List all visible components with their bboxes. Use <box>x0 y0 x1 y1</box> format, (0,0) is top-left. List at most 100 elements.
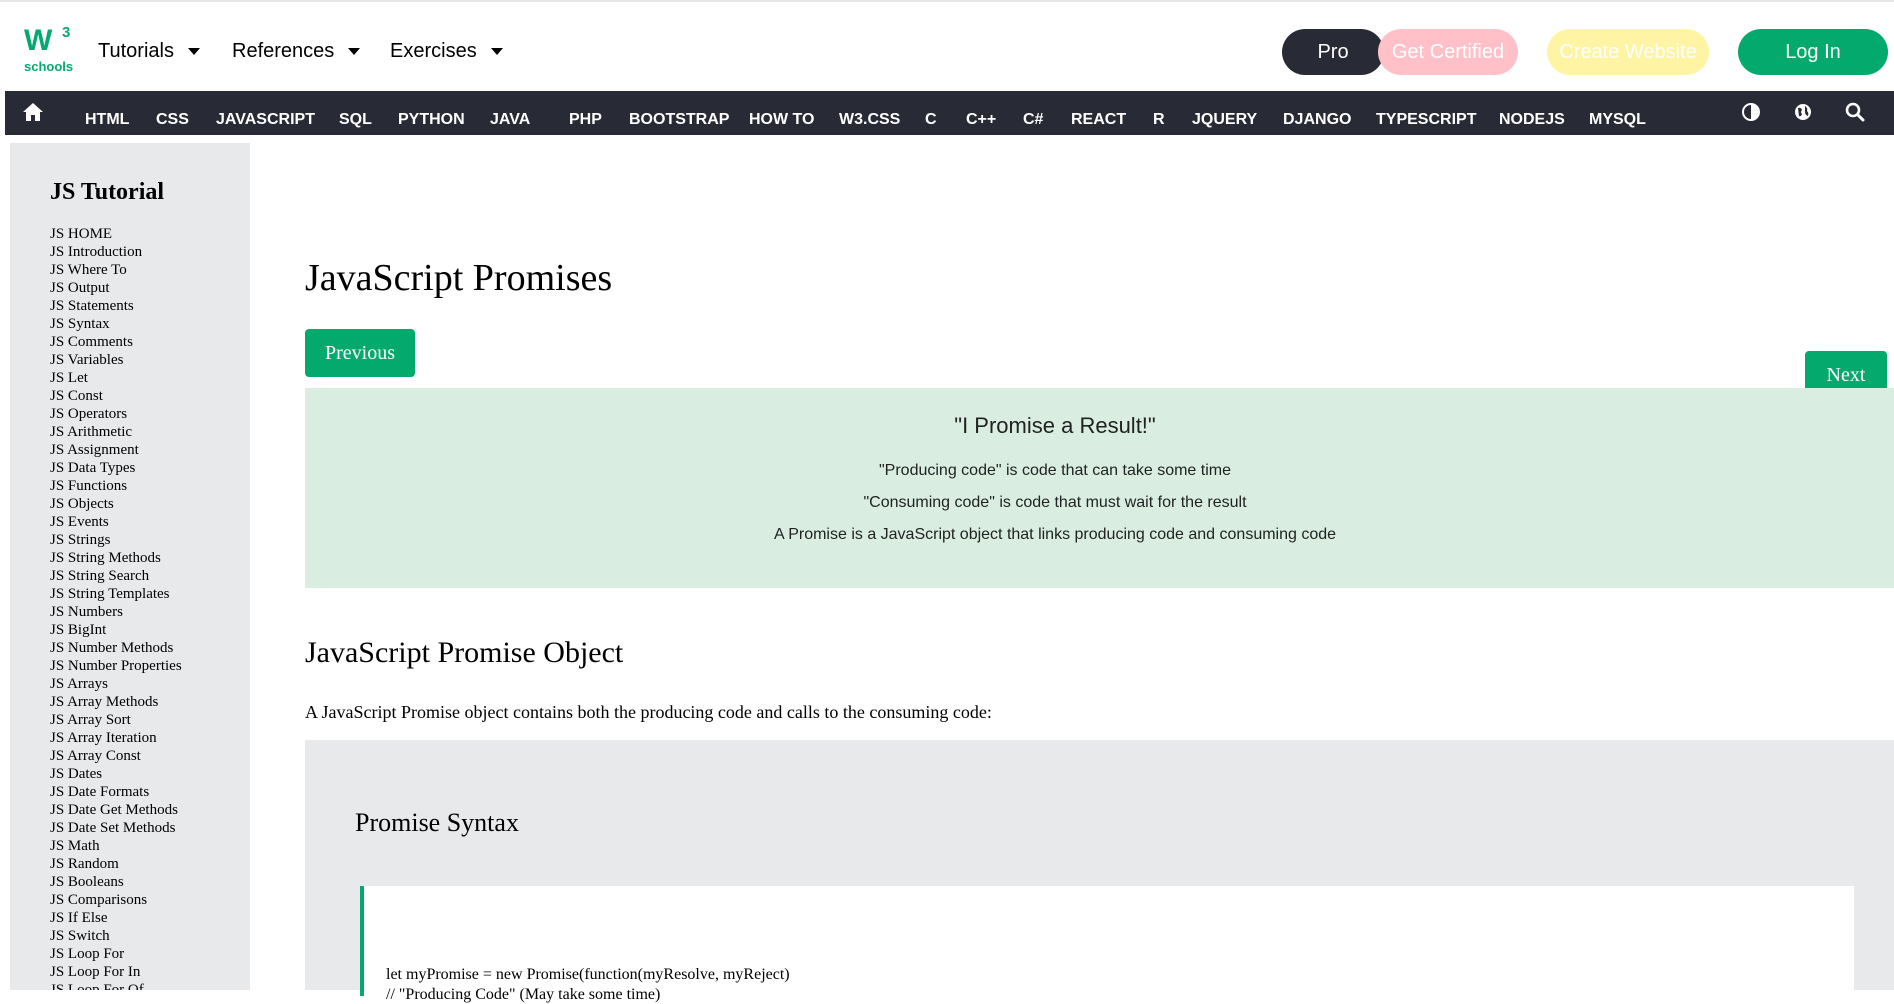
sidebar-link[interactable]: JS String Search <box>50 567 182 585</box>
nav-css[interactable]: CSS <box>156 111 189 129</box>
sidebar-link[interactable]: JS Dates <box>50 765 182 783</box>
sidebar-list: JS HOME JS Introduction JS Where To JS Outp… <box>50 225 182 990</box>
sidebar-link[interactable]: JS Math <box>50 837 182 855</box>
sidebar-link[interactable]: JS Loop For <box>50 945 182 963</box>
nav-w3css[interactable]: W3.CSS <box>839 111 900 129</box>
sidebar-link[interactable]: JS Arrays <box>50 675 182 693</box>
sidebar-link[interactable]: JS Statements <box>50 297 182 315</box>
nav-php[interactable]: PHP <box>569 111 602 129</box>
sidebar-link[interactable]: JS Syntax <box>50 315 182 333</box>
nav-javascript[interactable]: JAVASCRIPT <box>216 111 315 129</box>
sidebar-link[interactable]: JS Data Types <box>50 459 182 477</box>
sidebar-link[interactable]: JS Comments <box>50 333 182 351</box>
nav-cpp[interactable]: C++ <box>966 111 996 129</box>
nav-c[interactable]: C <box>925 111 937 129</box>
sidebar-link[interactable]: JS Random <box>50 855 182 873</box>
get-certified-button[interactable]: Get Certified <box>1378 29 1518 75</box>
nav-html[interactable]: HTML <box>85 111 129 129</box>
sidebar-link[interactable]: JS Assignment <box>50 441 182 459</box>
sidebar: JS Tutorial JS HOME JS Introduction JS Whe… <box>10 143 250 990</box>
search-icon[interactable] <box>1845 102 1865 127</box>
note-line: A Promise is a JavaScript object that li… <box>773 526 1337 543</box>
nav-bootstrap[interactable]: BOOTSTRAP <box>629 111 729 129</box>
sidebar-link[interactable]: JS Events <box>50 513 182 531</box>
menu-references[interactable]: References <box>232 40 361 63</box>
sidebar-link[interactable]: JS Loop For In <box>50 963 182 981</box>
sidebar-link[interactable]: JS Numbers <box>50 603 182 621</box>
nav-how-to[interactable]: HOW TO <box>749 111 814 129</box>
sidebar-link[interactable]: JS String Templates <box>50 585 182 603</box>
menu-tutorials[interactable]: Tutorials <box>98 40 200 63</box>
chevron-down-icon <box>490 48 503 56</box>
sidebar-link[interactable]: JS Date Get Methods <box>50 801 182 819</box>
sidebar-link[interactable]: JS Booleans <box>50 873 182 891</box>
nav-python[interactable]: PYTHON <box>398 111 465 129</box>
login-button[interactable]: Log In <box>1738 29 1888 75</box>
sidebar-link[interactable]: JS Functions <box>50 477 182 495</box>
sidebar-link[interactable]: JS Array Methods <box>50 693 182 711</box>
sidebar-link[interactable]: JS Let <box>50 369 182 387</box>
promise-note-panel: "I Promise a Result!" "Producing code" i… <box>305 388 1894 588</box>
main-content: JavaScript Promises Previous Next "I Pro… <box>305 143 1894 1003</box>
sidebar-link[interactable]: JS Date Set Methods <box>50 819 182 837</box>
contrast-icon[interactable] <box>1741 102 1761 127</box>
sidebar-link[interactable]: JS Comparisons <box>50 891 182 909</box>
nav-r[interactable]: R <box>1153 111 1165 129</box>
sidebar-link[interactable]: JS BigInt <box>50 621 182 639</box>
sidebar-link[interactable]: JS Objects <box>50 495 182 513</box>
example-heading: Promise Syntax <box>355 808 519 837</box>
w3schools-logo[interactable]: W 3 schools <box>24 24 84 76</box>
create-website-button[interactable]: Create Website <box>1547 29 1709 75</box>
section-description: A JavaScript Promise object contains bot… <box>305 702 992 722</box>
logo-superscript: 3 <box>62 24 71 41</box>
code-line: let myPromise = new Promise(function(myR… <box>386 966 790 983</box>
sidebar-link[interactable]: JS Where To <box>50 261 182 279</box>
code-line: // "Producing Code" (May take some time) <box>386 986 661 1003</box>
sidebar-link[interactable]: JS Const <box>50 387 182 405</box>
chevron-down-icon <box>187 48 200 56</box>
globe-icon[interactable] <box>1793 102 1813 127</box>
pro-button[interactable]: Pro <box>1282 29 1384 75</box>
sidebar-link[interactable]: JS Variables <box>50 351 182 369</box>
tutorial-navbar: HTML CSS JAVASCRIPT SQL PYTHON JAVA PHP … <box>5 91 1894 135</box>
example-box: Promise Syntax let myPromise = new Promi… <box>305 740 1894 1003</box>
sidebar-link[interactable]: JS If Else <box>50 909 182 927</box>
note-line: "Producing code" is code that can take s… <box>879 462 1231 479</box>
nav-typescript[interactable]: TYPESCRIPT <box>1376 111 1476 129</box>
menu-tutorials-label: Tutorials <box>98 40 174 62</box>
sidebar-link[interactable]: JS Output <box>50 279 182 297</box>
next-button[interactable]: Next <box>1805 351 1887 391</box>
note-heading: "I Promise a Result!" <box>954 413 1156 438</box>
sidebar-link[interactable]: JS Number Methods <box>50 639 182 657</box>
sidebar-link[interactable]: JS HOME <box>50 225 182 243</box>
sidebar-link[interactable]: JS Date Formats <box>50 783 182 801</box>
sidebar-link[interactable]: JS Switch <box>50 927 182 945</box>
menu-references-label: References <box>232 40 335 62</box>
nav-java[interactable]: JAVA <box>490 111 530 129</box>
home-icon[interactable] <box>22 102 44 127</box>
sidebar-link[interactable]: JS Loop For Of <box>50 981 182 990</box>
nav-jquery[interactable]: JQUERY <box>1192 111 1257 129</box>
code-block: let myPromise = new Promise(function(myR… <box>360 886 1854 1003</box>
chevron-down-icon <box>348 48 361 56</box>
section-title: JavaScript Promise Object <box>305 636 624 669</box>
sidebar-link[interactable]: JS Number Properties <box>50 657 182 675</box>
previous-button[interactable]: Previous <box>305 329 415 377</box>
sidebar-link[interactable]: JS Operators <box>50 405 182 423</box>
nav-react[interactable]: REACT <box>1071 111 1126 129</box>
sidebar-link[interactable]: JS Arithmetic <box>50 423 182 441</box>
menu-exercises[interactable]: Exercises <box>390 40 503 63</box>
sidebar-link[interactable]: JS Strings <box>50 531 182 549</box>
nav-nodejs[interactable]: NODEJS <box>1499 111 1565 129</box>
nav-sql[interactable]: SQL <box>339 111 372 129</box>
sidebar-link[interactable]: JS Introduction <box>50 243 182 261</box>
sidebar-link[interactable]: JS Array Sort <box>50 711 182 729</box>
nav-mysql[interactable]: MYSQL <box>1589 111 1646 129</box>
nav-django[interactable]: DJANGO <box>1283 111 1351 129</box>
note-line: "Consuming code" is code that must wait … <box>863 494 1247 511</box>
sidebar-link[interactable]: JS String Methods <box>50 549 182 567</box>
page-title: JavaScript Promises <box>305 257 613 299</box>
sidebar-link[interactable]: JS Array Iteration <box>50 729 182 747</box>
nav-csharp[interactable]: C# <box>1023 111 1043 129</box>
sidebar-link[interactable]: JS Array Const <box>50 747 182 765</box>
